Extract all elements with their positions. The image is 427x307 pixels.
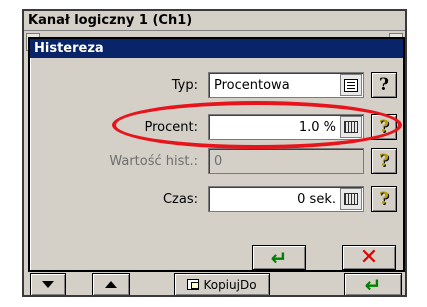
typ-value: Procentowa (214, 77, 290, 93)
wartosc-field: 0 (208, 148, 364, 174)
help-icon: ? (379, 75, 389, 95)
typ-list-button[interactable] (340, 74, 362, 96)
scroll-up-button[interactable] (92, 273, 130, 295)
background-window-title: Kanał logiczny 1 (Ch1) (24, 11, 405, 31)
typ-label: Typ: (171, 78, 198, 93)
close-icon: ✕ (359, 245, 379, 270)
keyboard-icon (344, 193, 358, 205)
enter-icon: ↵ (364, 272, 382, 297)
czas-field[interactable]: 0 sek. (208, 186, 364, 212)
typ-row: Typ: Procentowa ? (30, 72, 403, 100)
wartosc-help-button[interactable]: ? (371, 148, 397, 174)
wartosc-label: Wartość hist.: (109, 154, 198, 169)
copy-to-label: KopiujDo (203, 277, 257, 292)
czas-row: Czas: 0 sek. ? (30, 186, 403, 214)
enter-icon: ↵ (270, 245, 288, 270)
cancel-button[interactable]: ✕ (342, 245, 396, 270)
typ-help-button[interactable]: ? (371, 72, 397, 98)
scroll-down-button[interactable] (30, 273, 66, 295)
czas-help-button[interactable]: ? (371, 186, 397, 212)
help-icon: ? (379, 151, 389, 171)
dialog-title: Histereza (30, 39, 403, 58)
copy-icon (187, 279, 200, 290)
background-ok-button[interactable]: ↵ (344, 272, 402, 297)
highlight-ring (112, 101, 402, 149)
typ-select[interactable]: Procentowa (208, 72, 364, 98)
czas-keyboard-button[interactable] (340, 188, 362, 210)
list-icon (344, 78, 358, 92)
czas-value: 0 sek. (297, 191, 336, 207)
arrow-down-icon (42, 281, 54, 288)
copy-to-button[interactable]: KopiujDo (174, 273, 270, 295)
help-icon: ? (379, 189, 389, 209)
wartosc-row: Wartość hist.: 0 ? (30, 148, 403, 176)
czas-label: Czas: (162, 192, 198, 207)
arrow-up-icon (105, 281, 117, 288)
wartosc-value: 0 (214, 153, 223, 169)
histereza-dialog: Histereza Typ: Procentowa ? Procent: 1.0… (28, 37, 405, 272)
ok-button[interactable]: ↵ (252, 245, 306, 270)
